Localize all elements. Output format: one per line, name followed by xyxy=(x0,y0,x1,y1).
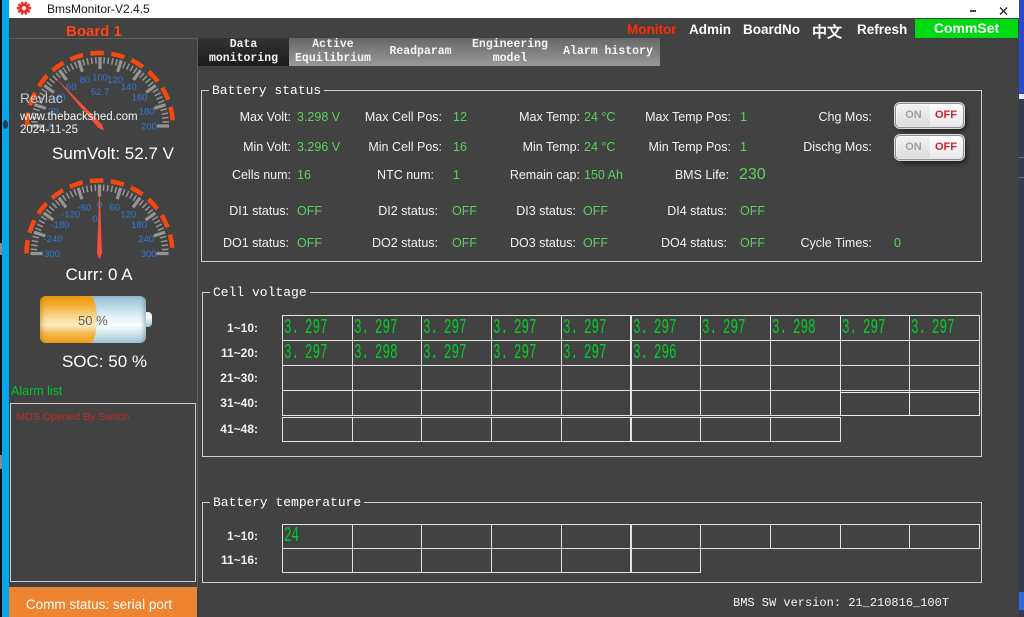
svg-text:300: 300 xyxy=(141,249,157,260)
svg-text:-60: -60 xyxy=(78,202,92,213)
svg-text:140: 140 xyxy=(121,82,137,93)
svg-text:120: 120 xyxy=(120,209,136,220)
svg-text:60: 60 xyxy=(109,202,120,213)
svg-text:-240: -240 xyxy=(43,234,62,245)
svg-text:80: 80 xyxy=(80,75,91,86)
svg-text:-180: -180 xyxy=(50,220,69,231)
svg-text:0: 0 xyxy=(92,214,97,225)
svg-text:160: 160 xyxy=(132,93,148,104)
svg-text:180: 180 xyxy=(131,220,147,231)
svg-text:-300: -300 xyxy=(41,249,60,260)
svg-text:100: 100 xyxy=(92,73,108,84)
svg-text:180: 180 xyxy=(139,106,155,117)
svg-text:200: 200 xyxy=(141,122,157,133)
svg-text:240: 240 xyxy=(138,234,154,245)
svg-text:52.7: 52.7 xyxy=(91,87,110,98)
